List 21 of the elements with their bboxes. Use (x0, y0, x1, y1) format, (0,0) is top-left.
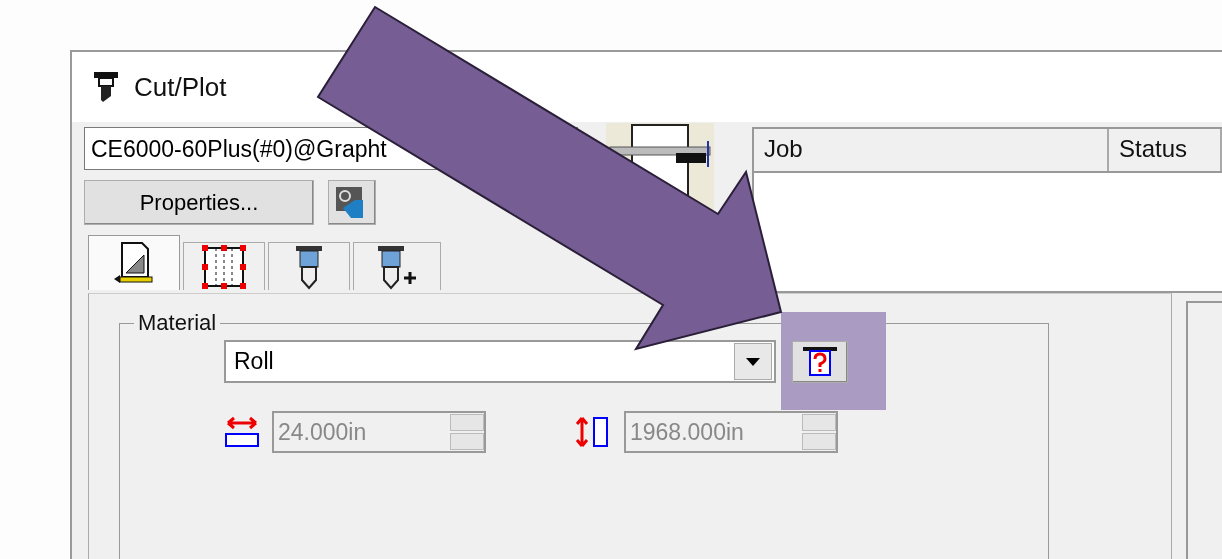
help-icon (800, 344, 840, 379)
column-header[interactable]: Job (754, 129, 1109, 171)
properties-button[interactable]: Properties... (84, 180, 314, 225)
selection-area-icon (201, 243, 247, 290)
group-title: Material (137, 310, 218, 336)
material-dropdown[interactable]: Roll (224, 340, 776, 383)
plotter-settings-button[interactable] (328, 180, 376, 225)
icon-tab[interactable] (268, 242, 350, 290)
length-icon (574, 415, 610, 449)
window-title: Cut/Plot (134, 71, 227, 103)
page-setup-icon (112, 241, 156, 285)
width-icon (224, 416, 260, 448)
column-header[interactable]: Status (1109, 129, 1222, 171)
icon-tab[interactable] (353, 242, 441, 290)
add-tool-icon (376, 243, 418, 290)
icon-tab[interactable] (88, 235, 180, 290)
icon-tab[interactable] (183, 242, 265, 290)
help-button[interactable] (792, 340, 848, 383)
cutter-tool-icon (294, 243, 324, 290)
dropdown-arrow-icon (746, 357, 760, 366)
cutter-icon (92, 70, 120, 104)
